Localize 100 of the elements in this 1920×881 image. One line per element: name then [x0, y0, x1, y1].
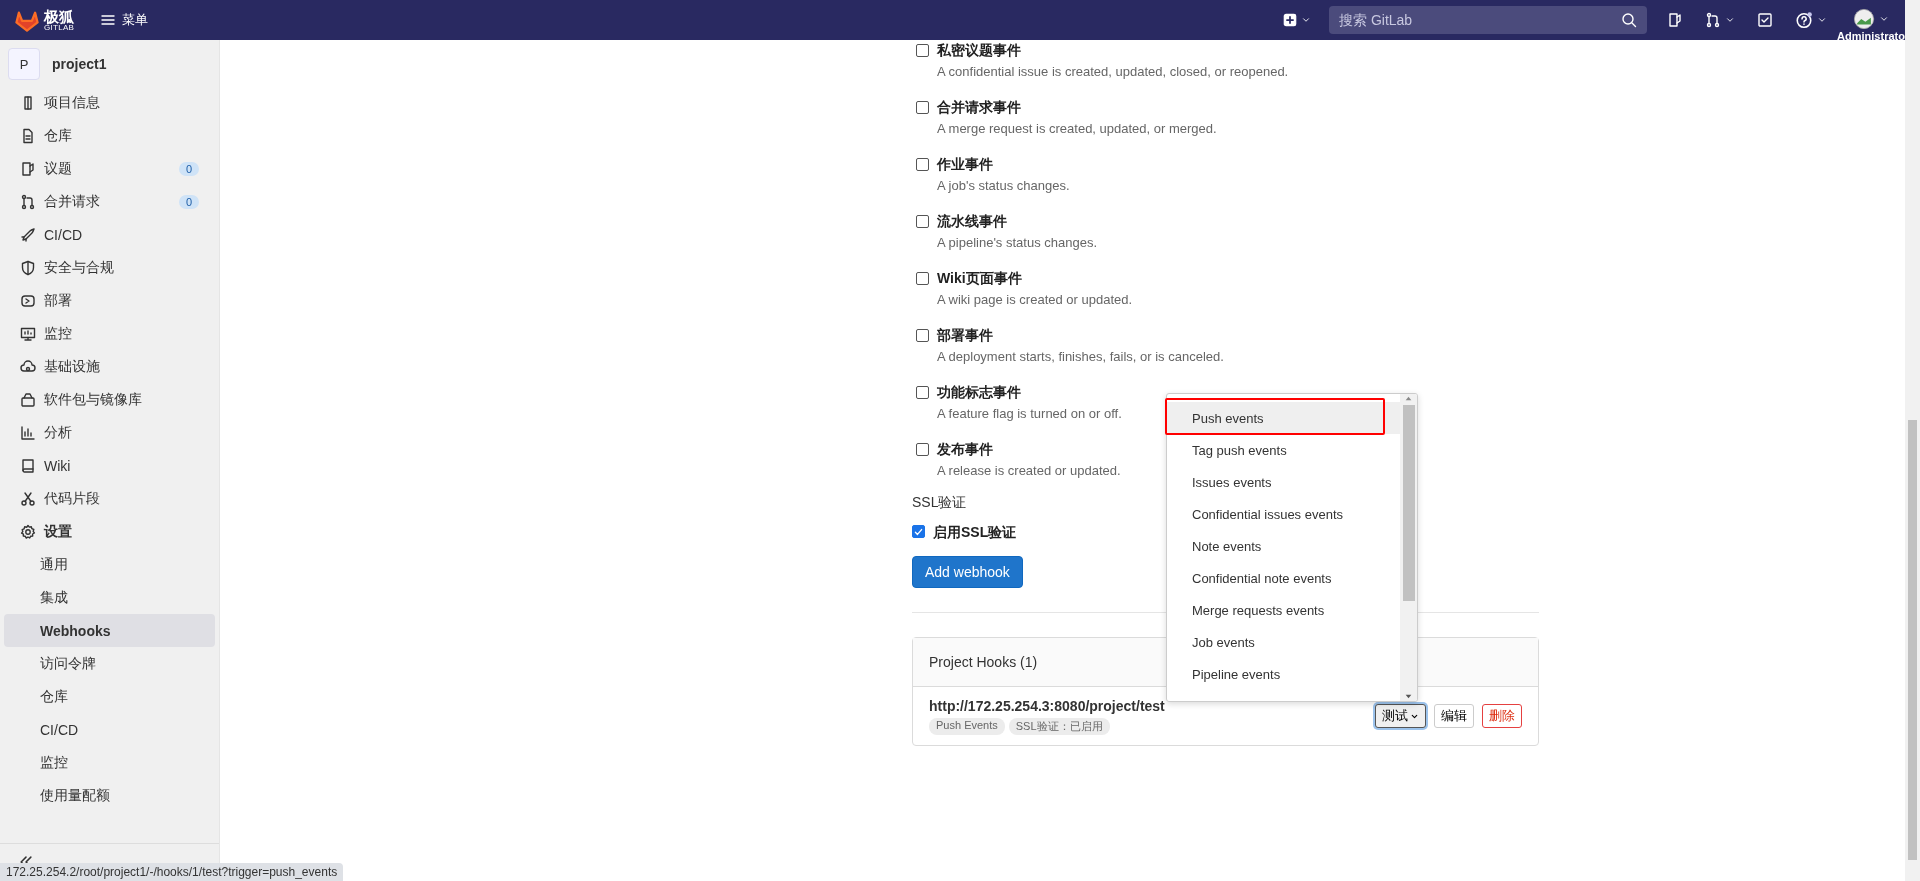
sidebar-subitem[interactable]: 监控 — [4, 746, 215, 779]
checkbox-icon — [1757, 12, 1773, 28]
sidebar-item[interactable]: 部署 — [4, 284, 215, 317]
sidebar-item[interactable]: 项目信息 — [4, 86, 215, 119]
rocket-icon — [20, 226, 36, 243]
sidebar-item[interactable]: 软件包与镜像库 — [4, 383, 215, 416]
checkbox[interactable] — [916, 158, 929, 171]
chart-icon — [20, 424, 36, 441]
help-text: A job's status changes. — [937, 177, 1070, 195]
sidebar-item[interactable]: CI/CD — [4, 218, 215, 251]
status-bar-url: 172.25.254.2/root/project1/-/hooks/1/test?trigger=push_events — [0, 863, 344, 881]
shield-icon — [20, 259, 36, 276]
issue-icon — [20, 160, 36, 177]
checkbox[interactable] — [916, 443, 929, 456]
help-text: A release is created or updated. — [937, 462, 1121, 480]
checkbox[interactable] — [916, 272, 929, 285]
checkbox[interactable] — [916, 101, 929, 114]
checkbox-label[interactable]: 作业事件 — [937, 154, 993, 174]
scroll-up-icon — [1404, 394, 1413, 403]
scrollbar-thumb[interactable] — [1908, 420, 1917, 860]
project-name[interactable]: project1 — [52, 56, 107, 72]
issue-icon — [1667, 12, 1683, 28]
checkbox-label[interactable]: 私密议题事件 — [937, 40, 1021, 60]
dropdown-option[interactable]: Tag push events — [1167, 434, 1400, 466]
tag-badge: SSL验证：已启用 — [1008, 718, 1110, 735]
help-text: A wiki page is created or updated. — [937, 291, 1133, 309]
sidebar-item[interactable]: Wiki — [4, 449, 215, 482]
package-icon — [20, 391, 36, 408]
checkbox-label[interactable]: 发布事件 — [937, 439, 993, 459]
avatar-icon — [1853, 7, 1875, 30]
section-heading: SSL验证 — [912, 493, 968, 512]
checkbox[interactable] — [912, 525, 925, 538]
dropdown-option[interactable]: Merge requests events — [1167, 594, 1400, 626]
dropdown-option[interactable]: Push events — [1167, 402, 1400, 434]
scissors-icon — [20, 490, 36, 507]
sidebar-subitem[interactable]: CI/CD — [4, 713, 215, 746]
book-icon — [20, 457, 36, 474]
help-text: A deployment starts, finishes, fails, or is canceled. — [937, 348, 1224, 366]
dropdown-option[interactable]: Issues events — [1167, 466, 1400, 498]
help-icon — [1795, 11, 1813, 29]
sidebar-item[interactable]: 议题 0 — [4, 152, 215, 185]
monitor-icon — [20, 325, 36, 342]
sidebar-subitem[interactable]: 仓库 — [4, 680, 215, 713]
checkbox[interactable] — [916, 215, 929, 228]
sidebar-item[interactable]: 基础设施 — [4, 350, 215, 383]
checkbox-label[interactable]: 合并请求事件 — [937, 97, 1021, 117]
sidebar-item[interactable]: 代码片段 — [4, 482, 215, 515]
caret-icon — [1817, 15, 1827, 25]
user-menu-button[interactable] — [1853, 6, 1889, 31]
hook-url: http://172.25.254.3:8080/project/test — [929, 697, 1166, 715]
cloud-icon — [20, 358, 36, 375]
project-avatar[interactable]: P — [8, 48, 40, 80]
sidebar-item[interactable]: 分析 — [4, 416, 215, 449]
checkbox[interactable] — [916, 329, 929, 342]
caret-icon — [1301, 15, 1311, 25]
sidebar-subitem[interactable]: 访问令牌 — [4, 647, 215, 680]
delete-button[interactable]: 删除 — [1482, 704, 1522, 728]
menu-icon — [100, 12, 117, 28]
settings-icon — [20, 523, 36, 540]
search-field[interactable]: 搜索 GitLab — [1329, 6, 1647, 34]
deploy-icon — [20, 292, 36, 309]
tag-badge: Push Events — [929, 718, 1005, 735]
scroll-down-icon — [1404, 692, 1413, 701]
sidebar-item[interactable]: 合并请求 0 — [4, 185, 215, 218]
count-badge: 0 — [178, 194, 199, 209]
document-icon — [20, 127, 36, 144]
menu-button[interactable]: 菜单 — [94, 10, 155, 30]
plus-square-icon — [1283, 13, 1297, 27]
help-text: A feature flag is turned on or off. — [937, 405, 1122, 423]
logo-text: 极狐 — [44, 8, 75, 24]
sidebar-subitem[interactable]: 使用量配额 — [4, 779, 215, 812]
checkbox-label[interactable]: 流水线事件 — [937, 211, 1007, 231]
scrollbar-thumb[interactable] — [1402, 405, 1415, 601]
help-text: A confidential issue is created, updated, closed, or reopened. — [937, 63, 1289, 81]
checkbox[interactable] — [916, 44, 929, 57]
dropdown-option[interactable]: Pipeline events — [1167, 658, 1400, 690]
caret-icon — [1725, 15, 1735, 25]
checkbox-label[interactable]: 启用SSL验证 — [933, 522, 1017, 542]
edit-button[interactable]: 编辑 — [1434, 704, 1474, 728]
user-name: Administrato — [1837, 30, 1905, 42]
add-webhook-button[interactable]: Add webhook — [912, 556, 1023, 588]
checkbox-label[interactable]: 部署事件 — [937, 325, 993, 345]
sidebar-subitem[interactable]: 通用 — [4, 548, 215, 581]
dropdown-option[interactable]: Confidential note events — [1167, 562, 1400, 594]
dropdown-option[interactable]: Confidential issues events — [1167, 498, 1400, 530]
help-text: A pipeline's status changes. — [937, 234, 1098, 252]
sidebar-item[interactable]: 仓库 — [4, 119, 215, 152]
count-badge: 0 — [178, 161, 199, 176]
sidebar-item[interactable]: 设置 — [4, 515, 215, 548]
checkbox-label[interactable]: 功能标志事件 — [937, 382, 1021, 402]
sidebar-item[interactable]: 监控 — [4, 317, 215, 350]
checkbox-label[interactable]: Wiki页面事件 — [937, 268, 1022, 288]
sidebar-item[interactable]: 安全与合规 — [4, 251, 215, 284]
dropdown-option[interactable]: Note events — [1167, 530, 1400, 562]
test-dropdown-button[interactable]: 测试 — [1375, 704, 1426, 728]
merge-request-icon — [1705, 12, 1721, 28]
checkbox[interactable] — [916, 386, 929, 399]
sidebar-subitem[interactable]: 集成 — [4, 581, 215, 614]
sidebar-subitem[interactable]: Webhooks — [4, 614, 215, 647]
search-icon — [1621, 12, 1637, 28]
